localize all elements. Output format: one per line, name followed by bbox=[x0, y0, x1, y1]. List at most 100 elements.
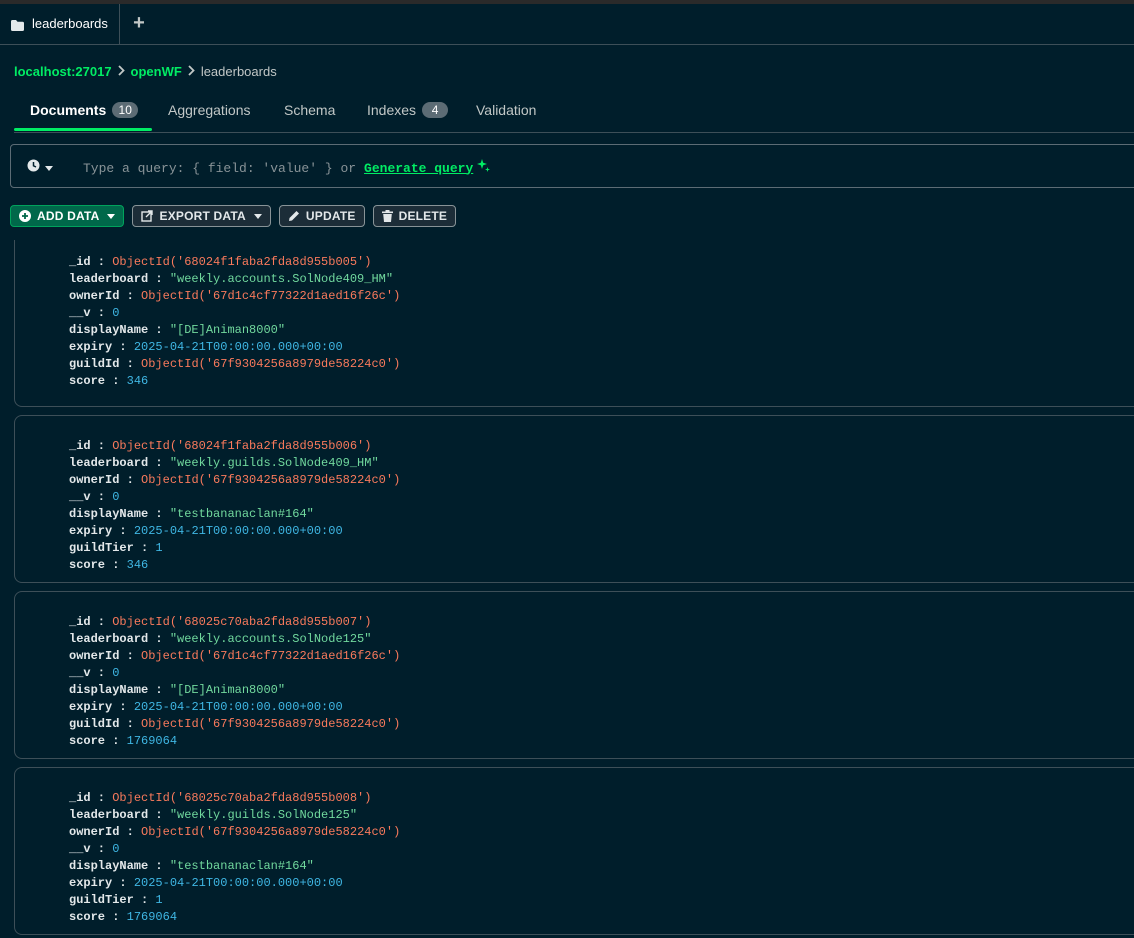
field-row[interactable]: _id : ObjectId('68024f1faba2fda8d955b006… bbox=[69, 438, 400, 455]
field-row[interactable]: _id : ObjectId('68024f1faba2fda8d955b005… bbox=[69, 254, 400, 271]
query-history-button[interactable] bbox=[27, 159, 53, 177]
trash-icon bbox=[381, 210, 393, 222]
field-row[interactable]: expiry : 2025-04-21T00:00:00.000+00:00 bbox=[69, 875, 400, 892]
update-button[interactable]: UPDATE bbox=[278, 205, 365, 227]
field-value: 2025-04-21T00:00:00.000+00:00 bbox=[133, 340, 343, 354]
field-key: score bbox=[69, 910, 106, 924]
tab-indexes[interactable]: Indexes 4 bbox=[367, 102, 449, 118]
field-row[interactable]: expiry : 2025-04-21T00:00:00.000+00:00 bbox=[69, 699, 400, 716]
field-key: score bbox=[69, 374, 106, 388]
field-row[interactable]: expiry : 2025-04-21T00:00:00.000+00:00 bbox=[69, 339, 400, 356]
field-row[interactable]: displayName : "testbananaclan#164" bbox=[69, 506, 400, 523]
field-separator: : bbox=[148, 808, 170, 822]
field-row[interactable]: ownerId : ObjectId('67d1c4cf77322d1aed16… bbox=[69, 648, 400, 665]
field-separator: : bbox=[90, 490, 113, 504]
field-key: _id bbox=[69, 439, 91, 453]
delete-button[interactable]: DELETE bbox=[372, 205, 457, 227]
caret-down-icon bbox=[253, 213, 262, 219]
field-row[interactable]: score : 346 bbox=[69, 557, 400, 574]
field-row[interactable]: guildId : ObjectId('67f9304256a8979de582… bbox=[69, 716, 400, 733]
field-row[interactable]: leaderboard : "weekly.guilds.SolNode409_… bbox=[69, 455, 400, 472]
sparkle-icon bbox=[477, 159, 491, 177]
field-key: leaderboard bbox=[69, 808, 149, 822]
breadcrumb-collection: leaderboards bbox=[200, 63, 277, 79]
field-separator: : bbox=[112, 876, 134, 890]
query-input[interactable]: Type a query: { field: 'value' } or Gene… bbox=[83, 159, 491, 177]
field-key: ownerId bbox=[69, 289, 120, 303]
field-row[interactable]: ownerId : ObjectId('67f9304256a8979de582… bbox=[69, 824, 400, 841]
field-separator: : bbox=[90, 615, 113, 629]
field-row[interactable]: ownerId : ObjectId('67d1c4cf77322d1aed16… bbox=[69, 288, 400, 305]
document-card[interactable]: _id : ObjectId('68024f1faba2fda8d955b005… bbox=[14, 240, 1134, 407]
field-row[interactable]: _id : ObjectId('68025c70aba2fda8d955b008… bbox=[69, 790, 400, 807]
document-card[interactable]: _id : ObjectId('68024f1faba2fda8d955b006… bbox=[14, 415, 1134, 583]
plus-circle-icon bbox=[19, 210, 31, 222]
field-row[interactable]: score : 1769064 bbox=[69, 909, 400, 926]
tab-aggregations[interactable]: Aggregations bbox=[168, 102, 251, 118]
field-row[interactable]: displayName : "[DE]Animan8000" bbox=[69, 682, 400, 699]
field-key: guildId bbox=[69, 717, 120, 731]
field-row[interactable]: _id : ObjectId('68025c70aba2fda8d955b007… bbox=[69, 614, 400, 631]
field-key: __v bbox=[69, 490, 91, 504]
field-value: ObjectId('68025c70aba2fda8d955b008') bbox=[112, 791, 372, 805]
tab-leaderboards[interactable]: leaderboards bbox=[0, 4, 120, 44]
field-row[interactable]: leaderboard : "weekly.accounts.SolNode40… bbox=[69, 271, 400, 288]
tab-validation[interactable]: Validation bbox=[476, 102, 536, 118]
field-separator: : bbox=[148, 859, 170, 873]
field-row[interactable]: expiry : 2025-04-21T00:00:00.000+00:00 bbox=[69, 523, 400, 540]
update-label: UPDATE bbox=[305, 209, 356, 223]
query-bar[interactable]: Type a query: { field: 'value' } or Gene… bbox=[10, 144, 1134, 188]
field-row[interactable]: score : 346 bbox=[69, 373, 400, 390]
document-card[interactable]: _id : ObjectId('68025c70aba2fda8d955b007… bbox=[14, 591, 1134, 759]
field-value: 1769064 bbox=[126, 734, 178, 748]
field-separator: : bbox=[112, 700, 134, 714]
breadcrumb-db[interactable]: openWF bbox=[131, 64, 182, 79]
field-key: leaderboard bbox=[69, 632, 149, 646]
generate-query-link[interactable]: Generate query bbox=[364, 161, 473, 176]
field-row[interactable]: guildId : ObjectId('67f9304256a8979de582… bbox=[69, 356, 400, 373]
field-row[interactable]: displayName : "[DE]Animan8000" bbox=[69, 322, 400, 339]
field-row[interactable]: __v : 0 bbox=[69, 841, 400, 858]
add-data-button[interactable]: ADD DATA bbox=[10, 205, 125, 227]
field-row[interactable]: leaderboard : "weekly.accounts.SolNode12… bbox=[69, 631, 400, 648]
field-value: "weekly.accounts.SolNode409_HM" bbox=[169, 272, 394, 286]
export-data-label: EXPORT DATA bbox=[159, 209, 246, 223]
field-value: 0 bbox=[112, 666, 120, 680]
document-card[interactable]: _id : ObjectId('68025c70aba2fda8d955b008… bbox=[14, 767, 1134, 935]
field-row[interactable]: displayName : "testbananaclan#164" bbox=[69, 858, 400, 875]
breadcrumb-host[interactable]: localhost:27017 bbox=[14, 64, 112, 79]
field-row[interactable]: __v : 0 bbox=[69, 489, 400, 506]
tab-schema[interactable]: Schema bbox=[284, 102, 335, 118]
field-key: score bbox=[69, 558, 106, 572]
field-separator: : bbox=[90, 306, 113, 320]
field-row[interactable]: guildTier : 1 bbox=[69, 892, 400, 909]
field-value: ObjectId('67f9304256a8979de58224c0') bbox=[141, 825, 401, 839]
field-separator: : bbox=[119, 717, 142, 731]
field-key: _id bbox=[69, 255, 91, 269]
field-value: "testbananaclan#164" bbox=[169, 507, 314, 521]
field-row[interactable]: score : 1769064 bbox=[69, 733, 400, 750]
field-key: __v bbox=[69, 666, 91, 680]
field-value: 1 bbox=[155, 893, 163, 907]
field-row[interactable]: __v : 0 bbox=[69, 665, 400, 682]
query-placeholder: Type a query: { field: 'value' } or bbox=[83, 160, 357, 176]
field-row[interactable]: leaderboard : "weekly.guilds.SolNode125" bbox=[69, 807, 400, 824]
field-key: leaderboard bbox=[69, 456, 149, 470]
field-row[interactable]: __v : 0 bbox=[69, 305, 400, 322]
document-fields: _id : ObjectId('68024f1faba2fda8d955b005… bbox=[69, 254, 400, 390]
field-separator: : bbox=[112, 340, 134, 354]
field-value: "weekly.accounts.SolNode125" bbox=[169, 632, 372, 646]
field-row[interactable]: guildTier : 1 bbox=[69, 540, 400, 557]
field-separator: : bbox=[90, 255, 113, 269]
field-row[interactable]: ownerId : ObjectId('67f9304256a8979de582… bbox=[69, 472, 400, 489]
field-key: score bbox=[69, 734, 106, 748]
delete-label: DELETE bbox=[398, 209, 448, 223]
export-data-button[interactable]: EXPORT DATA bbox=[132, 205, 271, 227]
tab-documents-label: Documents bbox=[30, 102, 107, 118]
active-tab-indicator bbox=[14, 128, 152, 131]
field-value: ObjectId('67d1c4cf77322d1aed16f26c') bbox=[141, 289, 401, 303]
field-value: ObjectId('68025c70aba2fda8d955b007') bbox=[112, 615, 372, 629]
tab-documents[interactable]: Documents 10 bbox=[30, 102, 139, 118]
document-fields: _id : ObjectId('68025c70aba2fda8d955b008… bbox=[69, 790, 400, 926]
new-tab-button[interactable]: + bbox=[128, 12, 150, 34]
